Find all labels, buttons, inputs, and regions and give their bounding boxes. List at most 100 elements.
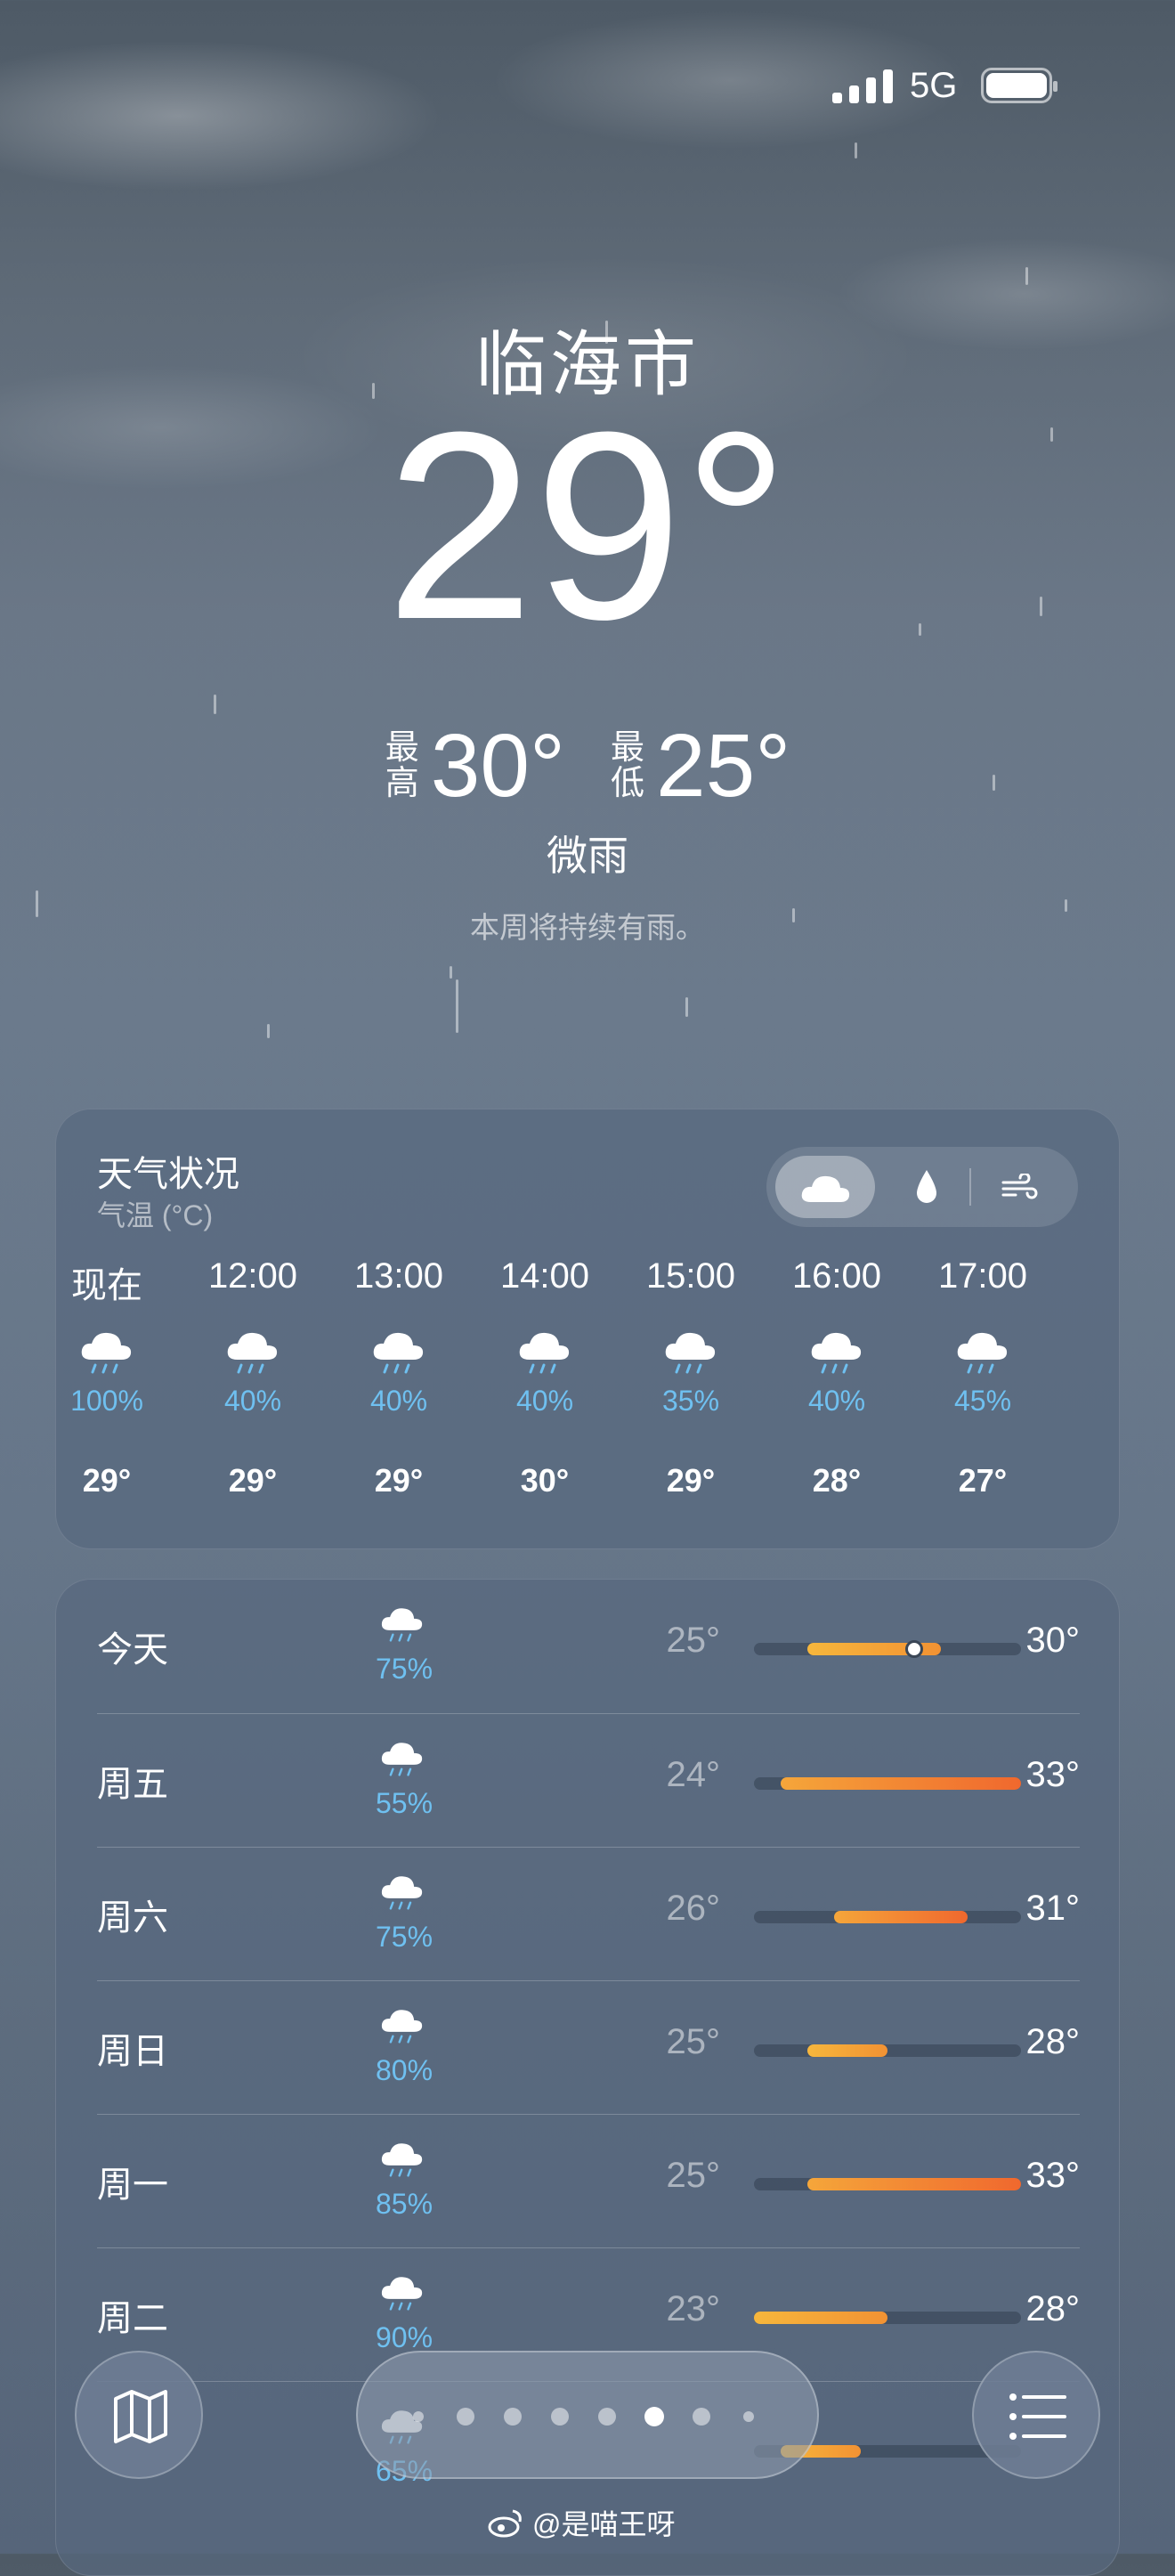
rain-cloud-icon: [378, 2273, 426, 2316]
hourly-item: 17:00 45% 27°: [916, 1256, 1049, 1499]
temp-range-track: [754, 1777, 1021, 1790]
cloud-icon[interactable]: [798, 1170, 852, 1206]
rain-streak: [855, 142, 857, 158]
day-precip: 80%: [375, 2054, 434, 2086]
hour-precip: 45%: [953, 1385, 1012, 1417]
card-title: 天气状况: [97, 1155, 239, 1194]
rain-streak: [456, 979, 458, 1033]
temp-range-track: [754, 2312, 1021, 2324]
watermark-text: @是喵王呀: [532, 2508, 676, 2540]
map-button[interactable]: [75, 2351, 203, 2479]
daily-row: 周一 85% 25° 33°: [97, 2114, 1080, 2248]
page-dot[interactable]: [413, 2411, 424, 2422]
rain-cloud-icon: [378, 1873, 426, 1915]
high-label: 最高: [385, 729, 419, 802]
day-low: 23°: [666, 2289, 721, 2328]
toggle-divider: [969, 1168, 971, 1206]
hour-precip: 35%: [661, 1385, 720, 1417]
rain-cloud-icon: [378, 1739, 426, 1782]
hour-time: 16:00: [791, 1256, 882, 1296]
weibo-icon: [488, 2509, 522, 2538]
hour-precip: 40%: [223, 1385, 282, 1417]
hour-temp: 29°: [82, 1462, 132, 1499]
temp-range-bar: [754, 2312, 887, 2324]
day-precip: 75%: [375, 1653, 434, 1685]
temp-range-bar: [781, 1777, 1021, 1790]
day-high: 28°: [1025, 2289, 1081, 2328]
day-high: 30°: [1025, 1621, 1081, 1660]
rain-cloud-icon: [378, 2140, 426, 2182]
hour-time: 1: [1062, 1256, 1120, 1301]
rain-streak: [685, 997, 688, 1017]
temp-range-bar: [834, 1911, 968, 1923]
page-dot[interactable]: [693, 2408, 710, 2426]
daily-row: 今天 75% 25° 30°: [97, 1580, 1080, 1713]
current-temp-marker: [905, 1640, 923, 1658]
hour-temp: 29°: [666, 1462, 716, 1499]
signal-icon: [832, 68, 893, 103]
page-dot[interactable]: [598, 2408, 616, 2426]
day-precip: 55%: [375, 1787, 434, 1819]
page-dot[interactable]: [504, 2408, 522, 2426]
day-label: 周六: [97, 1898, 168, 1938]
hour-temp: 29°: [228, 1462, 278, 1499]
temp-range-track: [754, 2044, 1021, 2057]
page-dot-active[interactable]: [644, 2407, 664, 2426]
page-dot[interactable]: [457, 2408, 474, 2426]
metric-toggle[interactable]: [766, 1147, 1078, 1227]
day-precip: 75%: [375, 1921, 434, 1953]
hour-time: 17:00: [937, 1256, 1028, 1296]
rain-streak: [214, 695, 216, 714]
list-icon: [1009, 2393, 1066, 2440]
temp-range-track: [754, 1911, 1021, 1923]
temp-range-track: [754, 2178, 1021, 2190]
weather-condition: 微雨: [547, 833, 628, 879]
hourly-item: 13:00 40% 29°: [332, 1256, 466, 1499]
daily-row: 周日 80% 25° 28°: [97, 1980, 1080, 2115]
city-list-button[interactable]: [972, 2351, 1100, 2479]
day-precip: 90%: [375, 2321, 434, 2353]
hour-precip: 40%: [807, 1385, 866, 1417]
weather-summary: 本周将持续有雨。: [470, 911, 705, 944]
hour-precip: 40%: [515, 1385, 574, 1417]
page-dot[interactable]: [551, 2408, 569, 2426]
temp-range-bar: [807, 2044, 887, 2057]
day-label: 周五: [97, 1765, 168, 1804]
hourly-item: 15:00 35% 29°: [624, 1256, 758, 1499]
battery-icon: [981, 68, 1058, 103]
high-low-temps: 最高 30° 最低 25°: [0, 721, 1175, 810]
day-high: 28°: [1025, 2022, 1081, 2061]
daily-row: 周六 75% 26° 31°: [97, 1847, 1080, 1981]
low-label: 最低: [610, 729, 644, 802]
rain-cloud-icon: [378, 1605, 426, 1647]
hour-temp: 30°: [520, 1462, 570, 1499]
rain-cloud-icon: [953, 1329, 1012, 1379]
wind-icon[interactable]: [1000, 1174, 1039, 1202]
hourly-item: 12:00 40% 29°: [186, 1256, 320, 1499]
raindrop-icon[interactable]: [913, 1168, 940, 1206]
rain-cloud-icon: [369, 1329, 428, 1379]
hour-time: 15:00: [645, 1256, 736, 1296]
day-label: 周二: [97, 2299, 168, 2338]
hourly-item: 1: [1062, 1256, 1120, 1345]
high-temp: 30°: [430, 716, 565, 816]
map-icon: [114, 2390, 167, 2443]
hour-time: 12:00: [207, 1256, 298, 1296]
low-temp: 25°: [656, 716, 791, 816]
rain-cloud-icon: [807, 1329, 866, 1379]
rain-cloud-icon: [77, 1329, 136, 1379]
day-label: 周日: [97, 2032, 168, 2071]
rain-streak: [267, 1024, 270, 1038]
day-label: 周一: [97, 2166, 168, 2205]
day-precip: 85%: [375, 2188, 434, 2220]
page-dot[interactable]: [743, 2411, 754, 2422]
hour-temp: 29°: [374, 1462, 424, 1499]
hourly-forecast-card[interactable]: 天气状况 气温 (°C) 现在 100% 29° 12:00 40% 29° 13:00 40…: [55, 1109, 1120, 1549]
watermark: @是喵王呀: [488, 2502, 676, 2543]
hour-precip: 100%: [70, 1385, 143, 1417]
hourly-item: 14:00 40% 30°: [478, 1256, 612, 1499]
rain-cloud-icon: [661, 1329, 720, 1379]
hourly-item: 现在 100% 29°: [56, 1256, 174, 1499]
day-low: 25°: [666, 2022, 721, 2061]
page-indicator[interactable]: [356, 2351, 819, 2479]
